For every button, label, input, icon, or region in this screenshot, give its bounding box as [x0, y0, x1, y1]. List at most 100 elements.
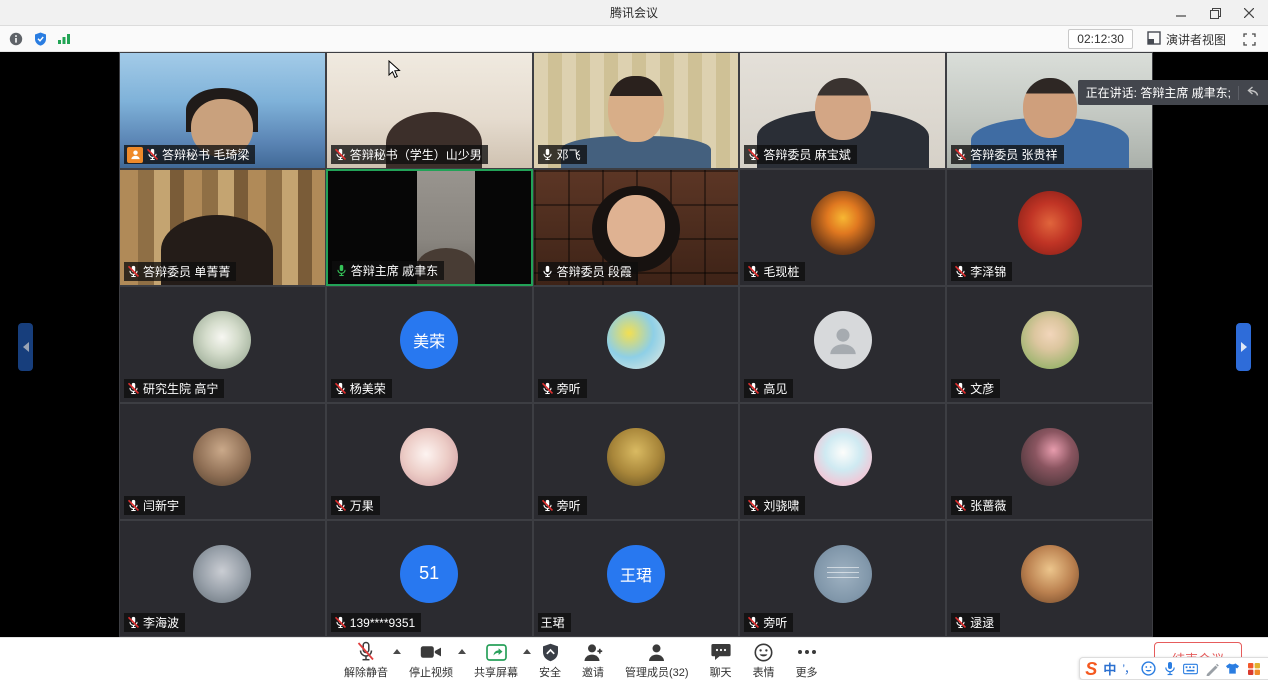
participant-tile[interactable]: 刘骁啸 — [739, 403, 946, 520]
participant-tile[interactable]: 答辩主席 戚聿东 — [326, 169, 533, 286]
close-button[interactable] — [1232, 0, 1266, 26]
view-mode-button[interactable]: 演讲者视图 — [1147, 31, 1226, 48]
mic-muted-icon — [954, 148, 967, 161]
window-controls — [1164, 0, 1266, 26]
restore-button[interactable] — [1198, 0, 1232, 26]
avatar — [814, 545, 872, 603]
toolbar-mic-muted-button[interactable]: 解除静音 — [344, 641, 388, 680]
ime-toolbox-icon[interactable] — [1246, 661, 1261, 676]
participant-tile[interactable]: 邓飞 — [533, 52, 740, 169]
toolbar-label: 解除静音 — [344, 664, 388, 680]
participant-tile[interactable]: 答辩秘书（学生）山少男 — [326, 52, 533, 169]
participant-tile[interactable]: 美荣杨美荣 — [326, 286, 533, 403]
avatar — [193, 311, 251, 369]
participant-tile[interactable]: 研究生院 高宁 — [119, 286, 326, 403]
default-avatar — [814, 311, 872, 369]
ime-voice-icon[interactable] — [1162, 661, 1177, 676]
participant-tile[interactable]: 答辩委员 单菁菁 — [119, 169, 326, 286]
participant-name: 邓飞 — [557, 146, 581, 164]
camera-icon — [420, 641, 442, 663]
avatar — [811, 191, 875, 255]
participant-tile[interactable]: 张蔷薇 — [946, 403, 1153, 520]
toolbar-more-button[interactable]: 更多 — [796, 641, 818, 680]
mouse-cursor — [388, 60, 401, 84]
next-page-button[interactable] — [1236, 323, 1251, 371]
toolbar-share-screen-button[interactable]: 共享屏幕 — [474, 641, 518, 680]
toolbar-label: 邀请 — [582, 664, 604, 680]
toolbar-shield-button[interactable]: 安全 — [539, 641, 561, 680]
avatar — [400, 428, 458, 486]
participant-name-tag: 答辩秘书（学生）山少男 — [331, 145, 488, 164]
toolbar-camera-button[interactable]: 停止视频 — [409, 641, 453, 680]
ime-skin-icon[interactable] — [1225, 661, 1240, 676]
participant-tile[interactable]: 答辩委员 段霞 — [533, 169, 740, 286]
toolbar-members-button[interactable]: 管理成员(32) — [625, 641, 689, 680]
participant-tile[interactable]: 闫新宇 — [119, 403, 326, 520]
participant-tile[interactable]: 逯逯 — [946, 520, 1153, 637]
participant-name-tag: 万果 — [331, 496, 380, 515]
caret-up-icon[interactable] — [393, 649, 401, 654]
mic-muted-icon — [954, 382, 967, 395]
ime-emoji-icon[interactable] — [1141, 661, 1156, 676]
participant-tile[interactable]: 旁听 — [739, 520, 946, 637]
mic-muted-icon — [747, 148, 760, 161]
participant-name: 答辩秘书 毛琦梁 — [162, 146, 249, 164]
avatar: 51 — [400, 545, 458, 603]
network-signal-icon[interactable] — [56, 31, 72, 47]
participant-tile[interactable]: 答辩秘书 毛琦梁 — [119, 52, 326, 169]
meeting-info-icon[interactable] — [8, 31, 24, 47]
participant-name: 毛现桩 — [763, 263, 799, 281]
toolbar-label: 安全 — [539, 664, 561, 680]
security-shield-icon[interactable] — [32, 31, 48, 47]
participant-name-tag: 旁听 — [538, 379, 587, 398]
mic-muted-icon — [127, 616, 140, 629]
ime-toolbar: S中 ’， — [1079, 657, 1268, 680]
toolbar-label: 停止视频 — [409, 664, 453, 680]
participant-tile[interactable]: 答辩委员 张贵祥 — [946, 52, 1153, 169]
ime-punct-icon[interactable]: ’， — [1122, 660, 1135, 677]
participant-tile[interactable]: 高见 — [739, 286, 946, 403]
participant-name: 逯逯 — [970, 614, 994, 632]
mic-muted-icon — [954, 616, 967, 629]
participant-name-tag: 旁听 — [744, 613, 793, 632]
mic-muted-icon — [127, 499, 140, 512]
participant-tile[interactable]: 王珺王珺 — [533, 520, 740, 637]
participant-name: 139****9351 — [350, 614, 415, 632]
ime-handwriting-icon[interactable] — [1204, 661, 1219, 676]
participant-tile[interactable]: 李海波 — [119, 520, 326, 637]
toolbar-chat-button[interactable]: 聊天 — [710, 641, 732, 680]
video-stage: 答辩秘书 毛琦梁 答辩秘书（学生）山少男 邓飞 答辩委员 麻宝斌 答辩委员 张贵祥答辩委… — [0, 52, 1268, 637]
participant-name: 研究生院 高宁 — [143, 380, 218, 398]
participant-tile[interactable]: 李泽锦 — [946, 169, 1153, 286]
ime-keyboard-icon[interactable] — [1183, 661, 1198, 676]
participant-name: 答辩委员 张贵祥 — [970, 146, 1057, 164]
collapse-arrow-icon[interactable] — [1246, 85, 1260, 100]
participant-tile[interactable]: 毛现桩 — [739, 169, 946, 286]
prev-page-button[interactable] — [18, 323, 33, 371]
participant-tile[interactable]: 旁听 — [533, 403, 740, 520]
mic-on-icon — [541, 148, 554, 161]
participant-name: 答辩委员 段霞 — [557, 263, 632, 281]
participant-name-tag: 文彦 — [951, 379, 1000, 398]
tencent-meeting-window: 腾讯会议 02:12:30 演讲者视图 — [0, 0, 1268, 680]
toolbar-emoji-button[interactable]: 表情 — [753, 641, 775, 680]
mic-muted-icon — [747, 382, 760, 395]
toolbar-invite-button[interactable]: 邀请 — [582, 641, 604, 680]
participant-tile[interactable]: 旁听 — [533, 286, 740, 403]
ime-sogou-logo[interactable]: S — [1085, 660, 1097, 678]
fullscreen-button[interactable] — [1240, 30, 1258, 48]
emoji-icon — [754, 641, 773, 663]
participant-tile[interactable]: 51 139****9351 — [326, 520, 533, 637]
participant-tile[interactable]: 答辩委员 麻宝斌 — [739, 52, 946, 169]
caret-up-icon[interactable] — [458, 649, 466, 654]
participant-name: 答辩委员 麻宝斌 — [763, 146, 850, 164]
toolbar-label: 管理成员(32) — [625, 664, 689, 680]
members-icon — [647, 641, 666, 663]
participant-tile[interactable]: 文彦 — [946, 286, 1153, 403]
caret-up-icon[interactable] — [523, 649, 531, 654]
minimize-button[interactable] — [1164, 0, 1198, 26]
participant-name-tag: 答辩委员 单菁菁 — [124, 262, 236, 281]
restore-icon — [1210, 8, 1221, 19]
participant-tile[interactable]: 万果 — [326, 403, 533, 520]
ime-lang-zh-icon[interactable]: 中 — [1103, 659, 1116, 678]
